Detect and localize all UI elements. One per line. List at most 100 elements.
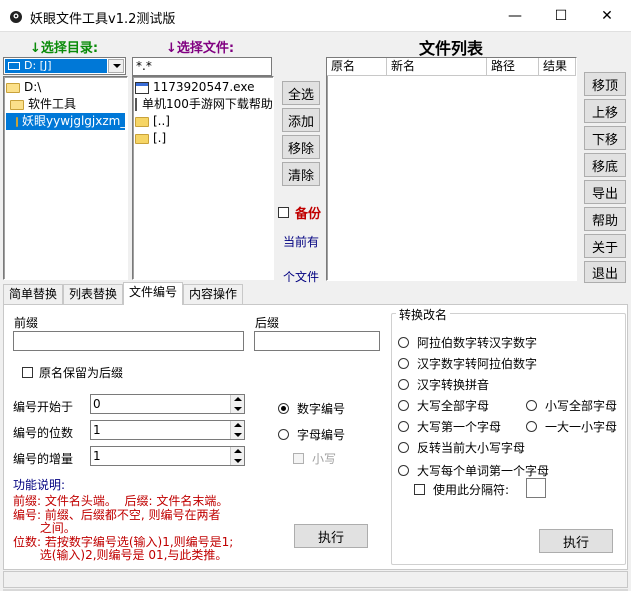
file-list-title: 文件列表 (419, 39, 484, 58)
tab-list-replace[interactable]: 列表替换 (63, 284, 123, 304)
move-up-button[interactable]: 上移 (584, 99, 626, 123)
radio-icon (398, 465, 409, 476)
start-label: 编号开始于 (13, 400, 74, 414)
file-item[interactable]: 单机100手游网下载帮助 (135, 96, 273, 113)
tab-content-operations[interactable]: 内容操作 (183, 284, 243, 304)
lowercase-all-radio[interactable]: 小写全部字母 (526, 397, 617, 414)
document-file-icon (135, 98, 137, 111)
radio-icon (398, 442, 409, 453)
start-value: 0 (93, 397, 101, 411)
clear-button[interactable]: 清除 (282, 162, 320, 186)
separator-checkbox-box (414, 484, 425, 495)
window-title: 妖眼文件工具v1.2测试版 (30, 12, 176, 27)
help-line-4: 位数: 若按数字编号选(输入)1,则编号是1; (13, 536, 234, 549)
radio-icon (278, 429, 289, 440)
chinese-to-arabic-radio[interactable]: 汉字数字转阿拉伯数字 (398, 355, 537, 372)
tree-item-software-tools[interactable]: 软件工具 (6, 96, 125, 113)
file-item-parent-dir[interactable]: [..] (135, 113, 271, 130)
help-line-5: 选(输入)2,则编号是 01,与此类推。 (13, 549, 228, 562)
drive-select[interactable]: D: [J] (3, 57, 126, 75)
title-bar: 妖眼文件工具v1.2测试版 — ☐ ✕ (0, 0, 631, 32)
increment-value: 1 (93, 449, 101, 463)
alpha-numbering-radio[interactable]: 字母编号 (278, 426, 345, 443)
digits-spinner[interactable]: 1 (90, 420, 245, 440)
radio-icon (398, 358, 409, 369)
increment-spinner[interactable]: 1 (90, 446, 245, 466)
prefix-label: 前缀 (14, 316, 39, 330)
uppercase-first-radio[interactable]: 大写第一个字母 (398, 418, 501, 435)
exe-file-icon (135, 81, 149, 94)
invert-case-radio[interactable]: 反转当前大小写字母 (398, 439, 525, 456)
maximize-button[interactable]: ☐ (538, 0, 584, 32)
uppercase-all-radio[interactable]: 大写全部字母 (398, 397, 489, 414)
column-original-name[interactable]: 原名 (327, 58, 387, 76)
alternate-case-radio[interactable]: 一大一小字母 (526, 418, 617, 435)
radio-icon (398, 400, 409, 411)
column-result[interactable]: 结果 (539, 58, 576, 76)
folder-open-icon (16, 116, 18, 127)
drive-icon (8, 62, 20, 70)
increment-label: 编号的增量 (13, 452, 74, 466)
move-top-button[interactable]: 移顶 (584, 72, 626, 96)
move-bottom-button[interactable]: 移底 (584, 153, 626, 177)
spinner-arrows-icon[interactable] (230, 395, 244, 413)
chinese-to-pinyin-radio[interactable]: 汉字转换拼音 (398, 376, 489, 393)
help-button[interactable]: 帮助 (584, 207, 626, 231)
digits-label: 编号的位数 (13, 426, 74, 440)
help-line-1: 前缀: 文件名头端。 后缀: 文件名末端。 (13, 494, 229, 508)
numeric-numbering-radio[interactable]: 数字编号 (278, 400, 345, 417)
keep-name-checkbox-box (22, 367, 33, 378)
spinner-arrows-icon[interactable] (230, 447, 244, 465)
export-button[interactable]: 导出 (584, 180, 626, 204)
tree-item-yaoyan-selected[interactable]: 妖眼yywjglgjxzm_d (6, 113, 127, 130)
convert-execute-button[interactable]: 执行 (539, 529, 613, 553)
chevron-down-icon[interactable] (108, 59, 124, 73)
column-path[interactable]: 路径 (487, 58, 539, 76)
tree-item-drive-root[interactable]: D:\ (6, 79, 125, 96)
folder-open-icon (10, 99, 24, 110)
about-button[interactable]: 关于 (584, 234, 626, 258)
radio-icon (526, 400, 537, 411)
folder-icon (135, 133, 149, 144)
prefix-input[interactable] (13, 331, 244, 351)
app-eye-icon (10, 11, 22, 23)
add-button[interactable]: 添加 (282, 108, 320, 132)
help-title: 功能说明: (13, 478, 66, 492)
radio-icon (398, 337, 409, 348)
use-separator-checkbox[interactable]: 使用此分隔符: (414, 481, 509, 498)
backup-checkbox[interactable]: 备份 (278, 203, 321, 222)
file-item-current-dir[interactable]: [.] (135, 130, 271, 147)
lowercase-checkbox[interactable]: 小写 (293, 450, 336, 467)
file-filter-input[interactable]: *.* (132, 57, 272, 76)
select-all-button[interactable]: 全选 (282, 81, 320, 105)
suffix-input[interactable] (254, 331, 380, 351)
backup-checkbox-box (278, 207, 289, 218)
arabic-to-chinese-radio[interactable]: 阿拉伯数字转汉字数字 (398, 334, 537, 351)
file-listbox[interactable]: 1173920547.exe 单机100手游网下载帮助 [..] [.] (132, 76, 274, 280)
file-item[interactable]: 1173920547.exe (135, 79, 271, 96)
remove-button[interactable]: 移除 (282, 135, 320, 159)
folder-icon (135, 116, 149, 127)
close-button[interactable]: ✕ (584, 0, 630, 32)
tab-file-numbering[interactable]: 文件编号 (123, 282, 183, 305)
start-spinner[interactable]: 0 (90, 394, 245, 414)
select-file-label: ↓选择文件: (166, 41, 235, 56)
tab-simple-replace[interactable]: 简单替换 (3, 284, 63, 304)
numbering-execute-button[interactable]: 执行 (294, 524, 368, 548)
current-count-label: 当前有 (283, 235, 320, 249)
status-bar (3, 571, 628, 588)
column-new-name[interactable]: 新名 (387, 58, 487, 76)
spinner-arrows-icon[interactable] (230, 421, 244, 439)
suffix-label: 后缀 (255, 316, 280, 330)
backup-label: 备份 (295, 207, 322, 222)
keep-name-as-suffix-checkbox[interactable]: 原名保留为后缀 (22, 364, 123, 381)
directory-tree[interactable]: D:\ 软件工具 妖眼yywjglgjxzm_d (3, 76, 128, 280)
separator-input[interactable] (526, 478, 546, 498)
digits-value: 1 (93, 423, 101, 437)
move-down-button[interactable]: 下移 (584, 126, 626, 150)
radio-icon (398, 421, 409, 432)
minimize-button[interactable]: — (492, 0, 538, 32)
exit-button[interactable]: 退出 (584, 261, 626, 283)
file-list-view[interactable]: 原名 新名 路径 结果 (326, 57, 577, 281)
capitalize-words-radio[interactable]: 大写每个单词第一个字母 (398, 462, 549, 479)
